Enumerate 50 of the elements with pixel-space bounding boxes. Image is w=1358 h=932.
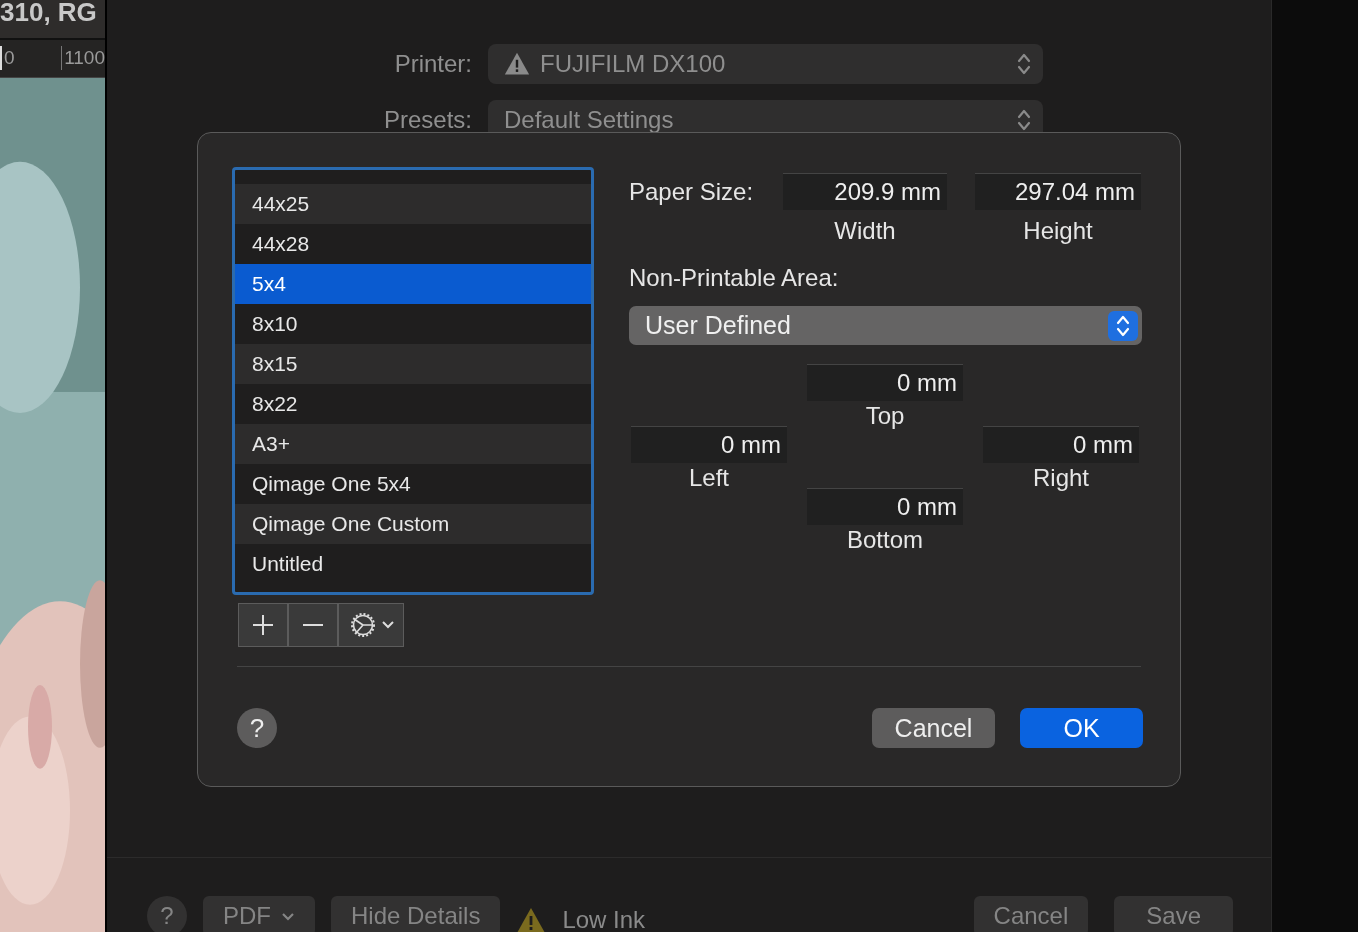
status-text: Low Ink <box>562 906 646 932</box>
pdf-menu-button[interactable]: PDF <box>203 896 315 932</box>
document-title: 310, RG <box>0 0 105 40</box>
paper-list-item[interactable]: 44x28 <box>235 224 591 264</box>
printer-popup[interactable]: FUJIFILM DX100 <box>488 44 1043 84</box>
gear-icon <box>348 610 378 640</box>
presets-label: Presets: <box>382 106 473 134</box>
stepper-icon <box>1017 52 1031 76</box>
help-button[interactable]: ? <box>147 896 187 932</box>
width-field[interactable]: 209.9 mm <box>783 173 947 210</box>
field-caption: Width <box>833 216 897 246</box>
paper-list-item[interactable]: Qimage One Custom <box>235 504 591 544</box>
stepper-icon <box>1017 108 1031 132</box>
cancel-button[interactable]: Cancel <box>973 896 1089 932</box>
plus-icon <box>252 614 274 636</box>
add-button[interactable] <box>238 603 288 647</box>
field-caption: Height <box>1022 216 1094 246</box>
paper-list-item[interactable]: 8x22 <box>235 384 591 424</box>
non-printable-area-popup[interactable]: User Defined <box>629 306 1142 345</box>
left-margin-field[interactable]: 0 mm <box>631 426 787 463</box>
gear-menu-button[interactable] <box>338 603 404 647</box>
field-caption: Bottom <box>846 525 924 555</box>
paper-size-label: Paper Size: <box>629 177 755 206</box>
hide-details-button[interactable]: Hide Details <box>331 896 501 932</box>
paper-list-item[interactable]: 8x15 <box>235 344 591 384</box>
stepper-icon <box>1116 313 1130 338</box>
paper-list-item[interactable]: 8x10 <box>235 304 591 344</box>
minus-icon <box>302 623 324 627</box>
chevron-icon <box>281 911 295 921</box>
bottom-margin-field[interactable]: 0 mm <box>807 488 963 525</box>
cancel-button[interactable]: Cancel <box>872 708 995 748</box>
ruler: 0 1100 <box>0 40 105 78</box>
right-margin-field[interactable]: 0 mm <box>983 426 1139 463</box>
field-caption: Top <box>864 401 906 431</box>
paper-list-item[interactable]: 44x25 <box>235 184 591 224</box>
paper-list-item[interactable]: Untitled <box>235 544 591 584</box>
non-printable-area-label: Non-Printable Area: <box>629 264 840 292</box>
help-button[interactable]: ? <box>237 708 277 748</box>
paper-list-item[interactable]: 5x4 <box>235 264 591 304</box>
field-caption: Left <box>688 463 730 493</box>
chevron-icon <box>382 621 394 629</box>
top-margin-field[interactable]: 0 mm <box>807 364 963 401</box>
field-caption: Right <box>1032 463 1090 493</box>
save-button[interactable]: Save <box>1114 896 1233 932</box>
ok-button[interactable]: OK <box>1020 708 1143 748</box>
printer-label: Printer: <box>393 50 473 78</box>
warning-icon <box>504 52 530 76</box>
paper-list-item[interactable]: Qimage One 5x4 <box>235 464 591 504</box>
height-field[interactable]: 297.04 mm <box>975 173 1141 210</box>
paper-list-item[interactable]: A3+ <box>235 424 591 464</box>
